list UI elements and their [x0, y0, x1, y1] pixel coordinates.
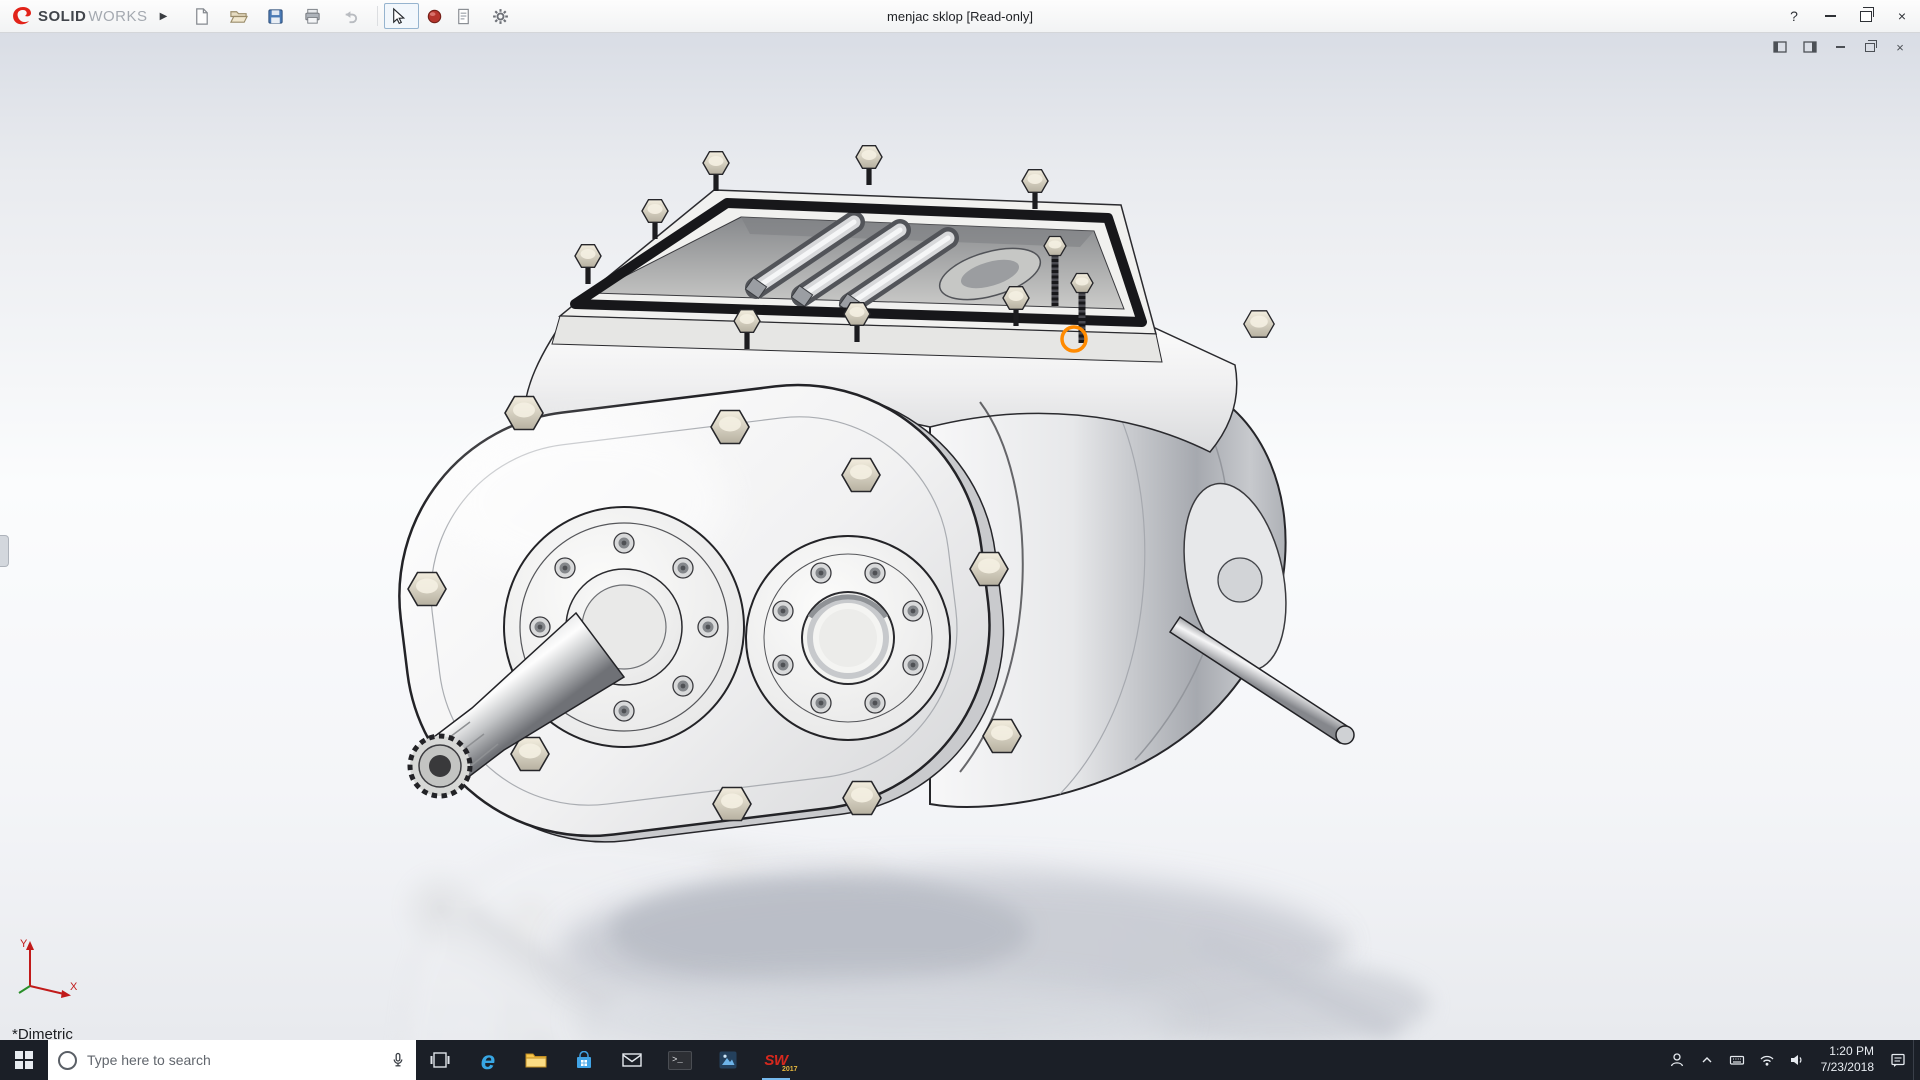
restore-icon: [1860, 11, 1872, 22]
keyboard-icon: [1729, 1052, 1745, 1068]
save-button[interactable]: [262, 3, 297, 29]
edge-app-button[interactable]: e: [464, 1040, 512, 1080]
solidworks-logo-icon: [10, 4, 34, 28]
windows-logo-icon: [15, 1051, 33, 1069]
taskbar-spacer: [800, 1040, 1662, 1080]
view-orientation-label: *Dimetric: [12, 1026, 73, 1040]
select-button[interactable]: [384, 3, 419, 29]
photos-icon: [718, 1050, 738, 1070]
start-button[interactable]: [0, 1040, 48, 1080]
network-icon: [1759, 1052, 1775, 1068]
close-button[interactable]: ×: [1884, 0, 1920, 32]
search-input[interactable]: [85, 1051, 382, 1069]
minimize-icon: [1825, 15, 1836, 17]
hidden-icons-button[interactable]: [1692, 1040, 1722, 1080]
open-button[interactable]: [225, 3, 260, 29]
network-button[interactable]: [1752, 1040, 1782, 1080]
gearbox-3d-model[interactable]: [0, 32, 1920, 1040]
pane-left-icon: [1773, 41, 1787, 53]
doc-restore-button[interactable]: [1858, 37, 1882, 57]
document-title: menjac sklop [Read-only]: [887, 9, 1033, 24]
solidworks-app-button[interactable]: SW 2017: [752, 1040, 800, 1080]
touch-keyboard-button[interactable]: [1722, 1040, 1752, 1080]
file-explorer-button[interactable]: [512, 1040, 560, 1080]
graphics-viewport[interactable]: ×: [0, 32, 1920, 1040]
volume-button[interactable]: [1782, 1040, 1812, 1080]
task-view-icon: [430, 1051, 450, 1069]
store-icon: [574, 1051, 594, 1070]
restore-button[interactable]: [1848, 0, 1884, 32]
people-icon: [1669, 1052, 1685, 1068]
new-document-icon: [192, 7, 211, 26]
minimize-button[interactable]: [1812, 0, 1848, 32]
taskbar: e >_ SW 2017: [0, 1040, 1920, 1080]
open-icon: [229, 7, 248, 26]
solidworks-logo: SOLIDWORKS: [0, 4, 154, 28]
save-icon: [266, 7, 285, 26]
action-center-icon: [1890, 1052, 1906, 1068]
file-explorer-icon: [525, 1051, 547, 1069]
file-properties-button[interactable]: [450, 3, 485, 29]
taskbar-clock[interactable]: 1:20 PM 7/23/2018: [1812, 1040, 1883, 1080]
orientation-triad: Y X: [14, 934, 84, 1004]
photos-button[interactable]: [704, 1040, 752, 1080]
print-icon: [303, 7, 322, 26]
mail-button[interactable]: [608, 1040, 656, 1080]
doc-pane-right-button[interactable]: [1798, 37, 1822, 57]
print-button[interactable]: [299, 3, 334, 29]
store-button[interactable]: [560, 1040, 608, 1080]
solidworks-icon-year: 2017: [782, 1066, 798, 1073]
undo-icon: [340, 7, 359, 26]
rebuild-icon: [425, 7, 444, 26]
options-gear-icon: [491, 7, 510, 26]
clock-date: 7/23/2018: [1821, 1060, 1874, 1076]
volume-icon: [1789, 1052, 1805, 1068]
menu-flyout-button[interactable]: ▶: [154, 4, 174, 28]
quick-access-toolbar: [188, 0, 522, 32]
search-circle-icon: [58, 1051, 77, 1070]
taskbar-search[interactable]: [48, 1040, 416, 1080]
mail-icon: [622, 1052, 642, 1068]
minimize-icon: [1836, 46, 1845, 48]
doc-minimize-button[interactable]: [1828, 37, 1852, 57]
undo-button[interactable]: [336, 3, 371, 29]
new-document-button[interactable]: [188, 3, 223, 29]
solidworks-icon: SW 2017: [764, 1052, 787, 1069]
chevron-up-icon: [1699, 1052, 1715, 1068]
edge-icon: e: [481, 1047, 495, 1073]
help-button[interactable]: ?: [1776, 0, 1812, 32]
command-prompt-icon: >_: [668, 1051, 692, 1070]
gearbox-assembly[interactable]: [378, 146, 1354, 863]
command-prompt-button[interactable]: >_: [656, 1040, 704, 1080]
show-desktop-button[interactable]: [1913, 1040, 1920, 1080]
model-shadow: [560, 870, 1430, 1040]
triad-y-label: Y: [20, 938, 28, 950]
people-button[interactable]: [1662, 1040, 1692, 1080]
select-arrow-icon: [388, 7, 407, 26]
rebuild-button[interactable]: [421, 3, 448, 29]
doc-pane-left-button[interactable]: [1768, 37, 1792, 57]
options-button[interactable]: [487, 3, 522, 29]
action-center-button[interactable]: [1883, 1040, 1913, 1080]
doc-close-button[interactable]: ×: [1888, 37, 1912, 57]
toolbar-separator: [377, 6, 378, 26]
clock-time: 1:20 PM: [1829, 1044, 1874, 1060]
document-window-controls: ×: [1768, 37, 1912, 57]
file-properties-icon: [454, 7, 473, 26]
titlebar: SOLIDWORKS ▶: [0, 0, 1920, 33]
wordmark-solid: SOLID: [38, 8, 86, 25]
restore-icon: [1865, 43, 1875, 52]
pane-right-icon: [1803, 41, 1817, 53]
triad-x-label: X: [70, 981, 78, 993]
wordmark-works: WORKS: [88, 8, 147, 25]
task-view-button[interactable]: [416, 1040, 464, 1080]
microphone-icon[interactable]: [390, 1052, 406, 1068]
